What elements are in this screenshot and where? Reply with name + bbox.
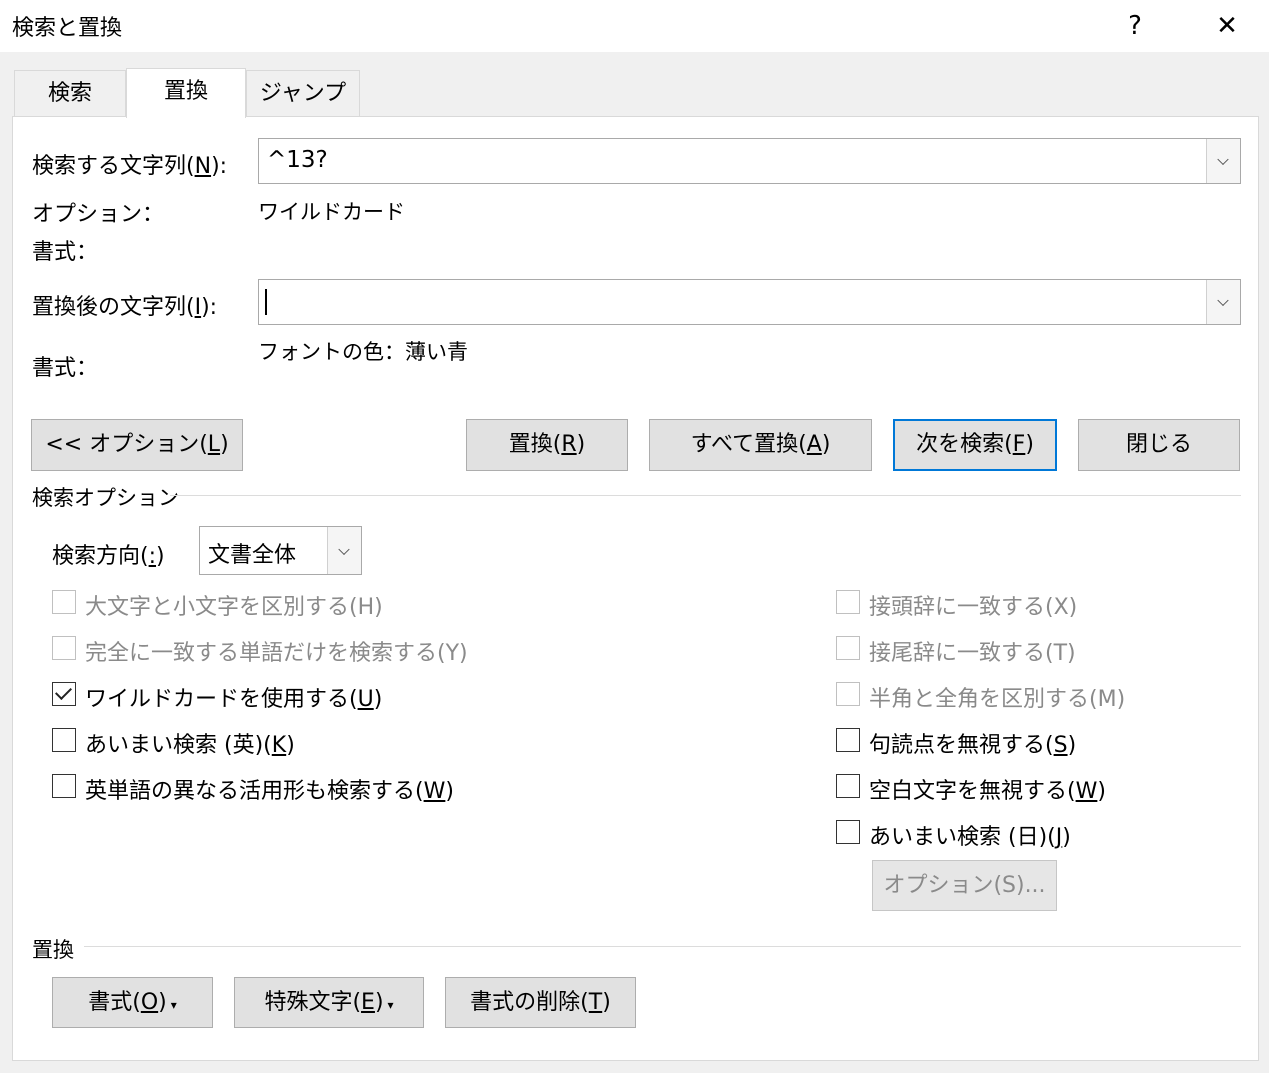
search-options-group-label: 検索オプション xyxy=(32,486,179,510)
close-button[interactable]: 閉じる xyxy=(1078,419,1240,471)
word-forms-checkbox[interactable] xyxy=(52,774,76,798)
no-formatting-button[interactable]: 書式の削除(T) xyxy=(445,977,636,1028)
whole-word-checkbox[interactable] xyxy=(52,636,76,660)
match-prefix-label: 接頭辞に一致する(X) xyxy=(869,595,1078,620)
replace-button[interactable]: 置換(R) xyxy=(466,419,628,471)
title-bar xyxy=(0,0,1269,52)
dropdown-arrow-icon: ▾ xyxy=(170,998,177,1012)
ignore-punctuation-label: 句読点を無視する(S) xyxy=(869,733,1077,758)
fuzzy-japanese-label: あいまい検索 (日)(J) xyxy=(869,825,1071,850)
replace-group-label: 置換 xyxy=(32,938,74,962)
find-what-combo[interactable]: ^13? xyxy=(258,138,1241,184)
tab-replace[interactable]: 置換 xyxy=(126,68,246,118)
options-toggle-button[interactable]: << オプション(L) xyxy=(31,419,243,471)
text-caret xyxy=(265,289,267,315)
wildcards-label: ワイルドカードを使用する(U) xyxy=(85,687,383,712)
match-case-label: 大文字と小文字を区別する(H) xyxy=(85,595,383,620)
chevron-down-icon[interactable] xyxy=(1206,280,1240,324)
window-title: 検索と置換 xyxy=(12,16,123,41)
search-direction-label: 検索方向(:) xyxy=(52,544,165,569)
ignore-punctuation-checkbox[interactable] xyxy=(836,728,860,752)
replace-all-button[interactable]: すべて置換(A) xyxy=(649,419,872,471)
word-forms-label: 英単語の異なる活用形も検索する(W) xyxy=(85,779,454,804)
replace-with-combo[interactable] xyxy=(258,279,1241,325)
match-suffix-checkbox[interactable] xyxy=(836,636,860,660)
close-window-button[interactable]: ✕ xyxy=(1204,4,1250,48)
whole-word-label: 完全に一致する単語だけを検索する(Y) xyxy=(85,641,468,666)
match-width-label: 半角と全角を区別する(M) xyxy=(869,687,1126,712)
ignore-whitespace-checkbox[interactable] xyxy=(836,774,860,798)
search-direction-select[interactable]: 文書全体 xyxy=(199,526,362,575)
match-prefix-checkbox[interactable] xyxy=(836,590,860,614)
match-suffix-label: 接尾辞に一致する(T) xyxy=(869,641,1076,666)
help-icon: ? xyxy=(1128,11,1142,41)
close-icon: ✕ xyxy=(1216,11,1238,41)
replace-format-label: 書式： xyxy=(32,356,99,381)
find-format-label: 書式： xyxy=(32,240,99,265)
find-what-label: 検索する文字列(N): xyxy=(32,154,228,179)
fuzzy-english-checkbox[interactable] xyxy=(52,728,76,752)
find-options-label: オプション： xyxy=(32,202,165,227)
ignore-whitespace-label: 空白文字を無視する(W) xyxy=(869,779,1106,804)
dropdown-arrow-icon: ▾ xyxy=(387,998,394,1012)
help-button[interactable]: ? xyxy=(1112,4,1158,48)
wildcards-checkbox[interactable] xyxy=(52,682,76,706)
checkmark-icon xyxy=(55,683,72,700)
match-width-checkbox[interactable] xyxy=(836,682,860,706)
search-direction-value: 文書全体 xyxy=(208,543,297,568)
chevron-down-icon[interactable] xyxy=(1206,139,1240,183)
tab-goto[interactable]: ジャンプ xyxy=(246,70,360,116)
group-divider xyxy=(170,495,1241,496)
tab-find[interactable]: 検索 xyxy=(14,70,126,116)
find-next-button[interactable]: 次を検索(F) xyxy=(893,419,1057,471)
group-divider xyxy=(84,946,1241,947)
find-options-value: ワイルドカード xyxy=(258,200,405,224)
chevron-down-icon[interactable] xyxy=(327,527,361,574)
find-what-input[interactable]: ^13? xyxy=(267,147,328,173)
format-button[interactable]: 書式(O) ▾ xyxy=(52,977,213,1028)
fuzzy-options-button[interactable]: オプション(S)... xyxy=(872,860,1057,911)
replace-with-label: 置換後の文字列(I): xyxy=(32,295,218,320)
match-case-checkbox[interactable] xyxy=(52,590,76,614)
replace-format-value: フォントの色：薄い青 xyxy=(258,340,468,364)
fuzzy-japanese-checkbox[interactable] xyxy=(836,820,860,844)
special-button[interactable]: 特殊文字(E) ▾ xyxy=(234,977,424,1028)
fuzzy-english-label: あいまい検索 (英)(K) xyxy=(85,733,295,758)
